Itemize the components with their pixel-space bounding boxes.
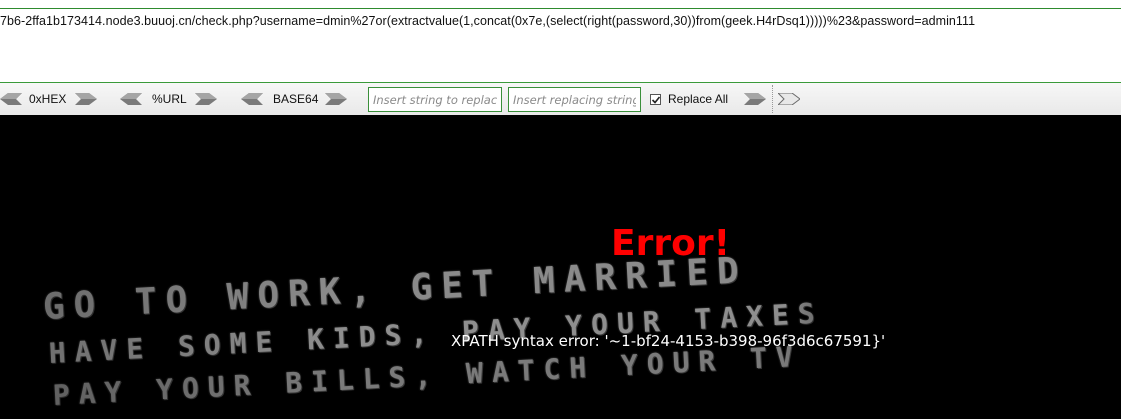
base64-decode-arrow-icon[interactable] — [241, 93, 263, 105]
base64-label[interactable]: BASE64 — [273, 92, 318, 106]
url-text[interactable]: 7b6-2ffa1b173414.node3.buuoj.cn/check.ph… — [0, 14, 975, 28]
base64-encode-arrow-icon[interactable] — [325, 93, 347, 105]
hex-encode-arrow-icon[interactable] — [75, 93, 97, 105]
url-decode-arrow-icon[interactable] — [120, 93, 142, 105]
hex-decode-arrow-icon[interactable] — [0, 93, 22, 105]
url-textarea[interactable]: 7b6-2ffa1b173414.node3.buuoj.cn/check.ph… — [0, 9, 1121, 82]
checkmark-icon — [651, 96, 661, 104]
hex-label[interactable]: 0xHEX — [29, 92, 66, 106]
replace-right-arrow-icon[interactable] — [744, 93, 766, 105]
url-label[interactable]: %URL — [152, 92, 187, 106]
hackbar-toolbar: 0xHEX %URL BASE64 Replace All — [0, 83, 1121, 116]
url-encode-arrow-icon[interactable] — [195, 93, 217, 105]
error-title: Error! — [611, 223, 731, 264]
toolbar-separator — [772, 85, 773, 113]
replace-string-field[interactable] — [508, 87, 641, 112]
replace-all-checkbox[interactable] — [650, 94, 661, 105]
find-string-input[interactable] — [369, 88, 501, 111]
page-content: GO TO WORK, GET MARRIED HAVE SOME KIDS, … — [0, 115, 1121, 419]
replace-all-label[interactable]: Replace All — [668, 92, 728, 106]
replace-left-arrow-icon[interactable] — [778, 93, 800, 105]
find-string-field[interactable] — [368, 87, 502, 112]
replace-string-input[interactable] — [509, 88, 640, 111]
error-message: XPATH syntax error: '~1-bf24-4153-b398-9… — [451, 332, 886, 350]
